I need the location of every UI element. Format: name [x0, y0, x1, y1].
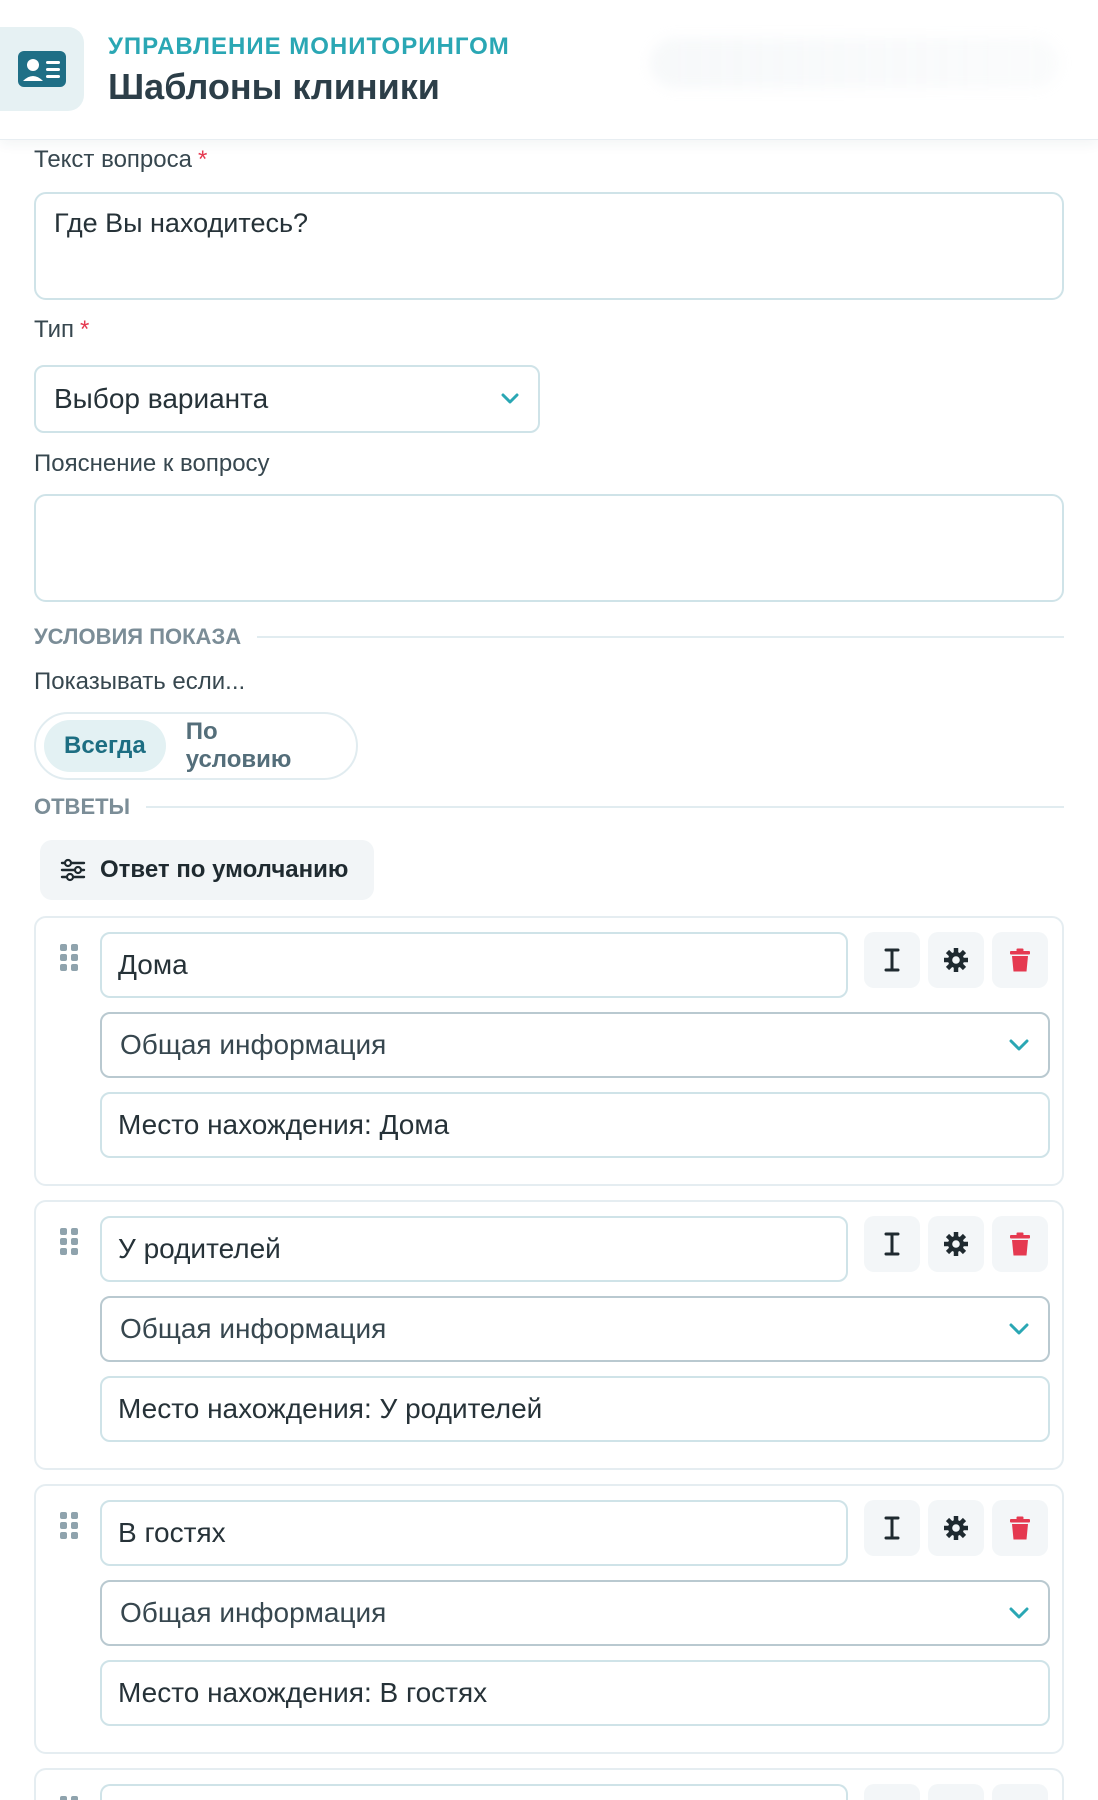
text-cursor-button[interactable]: [864, 1784, 920, 1800]
answer-category-value: Общая информация: [120, 1313, 387, 1344]
answer-text-input[interactable]: Место нахождения: В гостях: [100, 1660, 1050, 1726]
show-if-label: Показывать если...: [34, 668, 246, 695]
condition-toggle: Всегда По условию: [34, 712, 358, 780]
text-cursor-button[interactable]: [864, 1216, 920, 1272]
page-title: Шаблоны клиники: [108, 66, 440, 107]
answer-text-input[interactable]: Место нахождения: Дома: [100, 1092, 1050, 1158]
text-cursor-button[interactable]: [864, 932, 920, 988]
answer-category-select[interactable]: Общая информация: [100, 1580, 1050, 1646]
divider: [146, 806, 1064, 808]
chevron-down-icon: [1009, 1607, 1029, 1619]
answers-section-header: Ответы: [34, 794, 1064, 820]
text-cursor-button[interactable]: [864, 1500, 920, 1556]
answer-category-value: Общая информация: [120, 1029, 387, 1060]
answer-text-input[interactable]: Место нахождения: У родителей: [100, 1376, 1050, 1442]
gear-icon: [944, 948, 968, 972]
answer-category-value: Общая информация: [120, 1597, 387, 1628]
hint-input[interactable]: [34, 494, 1064, 602]
conditions-section-title: Условия показа: [34, 624, 242, 649]
condition-option-conditional[interactable]: По условию: [166, 718, 348, 773]
type-select[interactable]: Выбор варианта: [34, 365, 540, 433]
answer-card: У родителей Общая информация Место нахож…: [34, 1200, 1064, 1470]
settings-button[interactable]: [928, 1784, 984, 1800]
divider: [257, 636, 1064, 638]
settings-button[interactable]: [928, 1500, 984, 1556]
delete-button[interactable]: [992, 1216, 1048, 1272]
condition-option-always[interactable]: Всегда: [44, 720, 166, 772]
answer-card: В гостях Общая информация Место нахожден…: [34, 1484, 1064, 1754]
type-label: Тип *: [34, 316, 90, 343]
answer-value-input[interactable]: У родителей: [100, 1216, 848, 1282]
default-answer-label: Ответ по умолчанию: [100, 856, 349, 883]
drag-handle-icon[interactable]: [58, 1510, 80, 1540]
chevron-down-icon: [1009, 1039, 1029, 1051]
contact-card-icon[interactable]: [0, 27, 84, 111]
gear-icon: [944, 1232, 968, 1256]
trash-icon: [1010, 948, 1030, 972]
gear-icon: [944, 1516, 968, 1540]
section-eyebrow: Управление мониторингом: [108, 33, 510, 60]
delete-button[interactable]: [992, 1500, 1048, 1556]
answer-category-select[interactable]: Общая информация: [100, 1012, 1050, 1078]
required-mark: *: [80, 316, 90, 343]
answer-value-input[interactable]: [100, 1784, 848, 1800]
header-controls: [650, 38, 1060, 88]
chevron-down-icon: [501, 393, 519, 404]
answers-section-title: Ответы: [34, 794, 131, 819]
trash-icon: [1010, 1516, 1030, 1540]
text-cursor-icon: [884, 1516, 900, 1540]
type-select-value: Выбор варианта: [54, 383, 269, 414]
required-mark: *: [197, 146, 208, 173]
answer-card: Дома Общая информация Место нахождения: …: [34, 916, 1064, 1186]
sliders-icon: [60, 858, 86, 882]
conditions-section-header: Условия показа: [34, 624, 1064, 650]
text-cursor-icon: [884, 948, 900, 972]
page-header: Управление мониторингом Шаблоны клиники: [0, 0, 1098, 140]
text-cursor-icon: [884, 1232, 900, 1256]
question-text-label: Текст вопроса *: [34, 146, 208, 173]
drag-handle-icon[interactable]: [58, 942, 80, 972]
chevron-down-icon: [1009, 1323, 1029, 1335]
drag-handle-icon[interactable]: [58, 1794, 80, 1800]
delete-button[interactable]: [992, 932, 1048, 988]
answer-card-partial: [34, 1768, 1064, 1800]
settings-button[interactable]: [928, 1216, 984, 1272]
hint-label: Пояснение к вопросу: [34, 450, 270, 477]
answer-value-input[interactable]: В гостях: [100, 1500, 848, 1566]
answer-value-input[interactable]: Дома: [100, 932, 848, 998]
settings-button[interactable]: [928, 932, 984, 988]
question-text-input[interactable]: Где Вы находитесь?: [34, 192, 1064, 300]
trash-icon: [1010, 1232, 1030, 1256]
answer-category-select[interactable]: Общая информация: [100, 1296, 1050, 1362]
delete-button[interactable]: [992, 1784, 1048, 1800]
default-answer-button[interactable]: Ответ по умолчанию: [40, 840, 374, 900]
drag-handle-icon[interactable]: [58, 1226, 80, 1256]
